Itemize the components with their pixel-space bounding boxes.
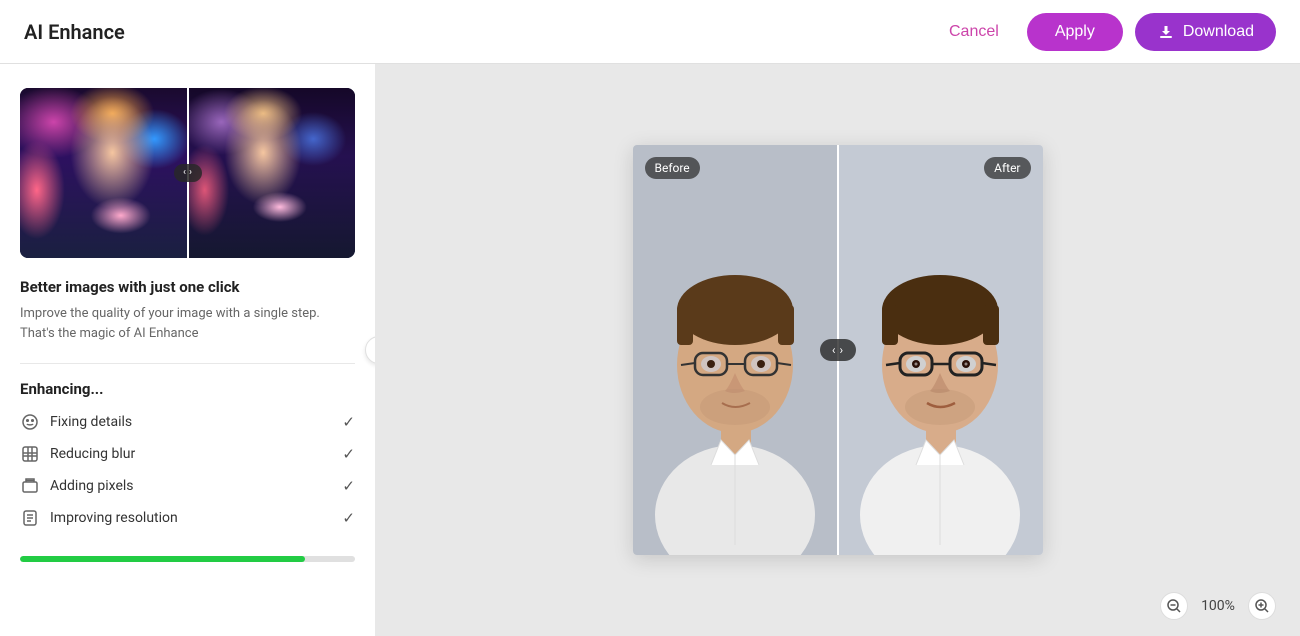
handle-left-arrow: ‹ xyxy=(183,168,186,178)
preview-before xyxy=(20,88,188,258)
main-content: ‹ › Better images with just one click Im… xyxy=(0,64,1300,636)
smile-icon xyxy=(20,412,40,432)
preview-after xyxy=(188,88,356,258)
page-title: AI Enhance xyxy=(24,20,125,44)
zoom-out-button[interactable] xyxy=(1160,592,1188,620)
zoom-in-icon xyxy=(1255,599,1269,613)
enhancing-item-reducing-blur: Reducing blur ✓ xyxy=(20,444,355,464)
progress-bar-container xyxy=(20,556,355,562)
enhancing-item-fixing-details: Fixing details ✓ xyxy=(20,412,355,432)
adding-pixels-check: ✓ xyxy=(342,477,355,495)
zoom-controls: 100% xyxy=(1160,592,1276,620)
app-header: AI Enhance Cancel Apply Download xyxy=(0,0,1300,64)
enhancing-item-left-2: Reducing blur xyxy=(20,444,135,464)
canvas-area[interactable]: Before After xyxy=(375,64,1300,636)
left-panel: ‹ › Better images with just one click Im… xyxy=(0,64,375,636)
handle-right-icon: › xyxy=(840,343,844,357)
preview-person-right xyxy=(188,88,356,258)
download-icon xyxy=(1157,23,1175,41)
fixing-details-label: Fixing details xyxy=(50,414,132,430)
zoom-in-button[interactable] xyxy=(1248,592,1276,620)
preview-split: ‹ › xyxy=(20,88,355,258)
improving-resolution-label: Improving resolution xyxy=(50,510,178,526)
zoom-level: 100% xyxy=(1196,598,1240,614)
grid-icon xyxy=(20,444,40,464)
zoom-out-icon xyxy=(1167,599,1181,613)
description-text: Improve the quality of your image with a… xyxy=(20,304,355,343)
comparison-container[interactable]: Before After xyxy=(633,145,1043,555)
improving-resolution-check: ✓ xyxy=(342,509,355,527)
portrait-after-svg xyxy=(838,145,1043,555)
apply-button[interactable]: Apply xyxy=(1027,13,1123,51)
enhancing-item-adding-pixels: Adding pixels ✓ xyxy=(20,476,355,496)
before-badge: Before xyxy=(645,157,700,179)
handle-right-arrow: › xyxy=(189,168,192,178)
expand-icon xyxy=(20,476,40,496)
progress-bar-fill xyxy=(20,556,305,562)
handle-left-icon: ‹ xyxy=(832,343,836,357)
cancel-button[interactable]: Cancel xyxy=(933,15,1015,49)
enhancing-item-left-3: Adding pixels xyxy=(20,476,134,496)
comparison-handle[interactable]: ‹ › xyxy=(820,339,856,361)
document-icon xyxy=(20,508,40,528)
fixing-details-check: ✓ xyxy=(342,413,355,431)
comparison-before xyxy=(633,145,838,555)
after-badge: After xyxy=(984,157,1030,179)
adding-pixels-label: Adding pixels xyxy=(50,478,134,494)
reducing-blur-check: ✓ xyxy=(342,445,355,463)
preview-split-handle[interactable]: ‹ › xyxy=(174,164,202,182)
header-actions: Cancel Apply Download xyxy=(933,13,1276,51)
collapse-panel-button[interactable]: ‹ xyxy=(365,336,375,364)
comparison-after xyxy=(838,145,1043,555)
portrait-before-svg xyxy=(633,145,838,555)
reducing-blur-label: Reducing blur xyxy=(50,446,135,462)
section-divider xyxy=(20,363,355,364)
enhancing-item-left: Fixing details xyxy=(20,412,132,432)
enhancing-title: Enhancing... xyxy=(20,380,355,398)
enhancing-item-improving-resolution: Improving resolution ✓ xyxy=(20,508,355,528)
description-title: Better images with just one click xyxy=(20,278,355,296)
enhancing-item-left-4: Improving resolution xyxy=(20,508,178,528)
download-button[interactable]: Download xyxy=(1135,13,1276,51)
preview-image: ‹ › xyxy=(20,88,355,258)
preview-person-left xyxy=(20,88,188,258)
